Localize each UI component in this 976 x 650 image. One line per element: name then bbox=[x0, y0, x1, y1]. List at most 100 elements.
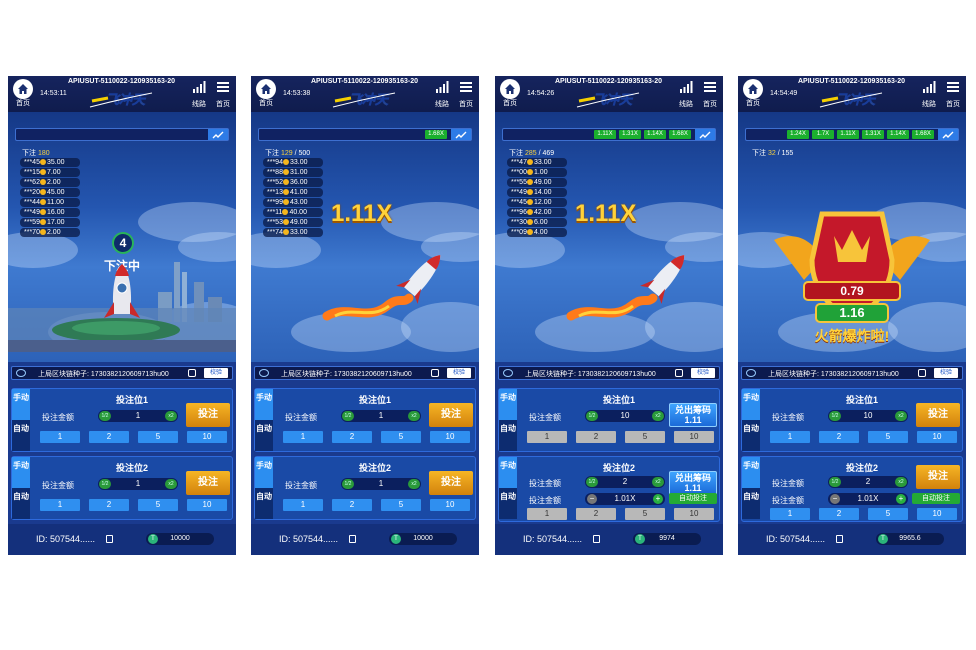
home-button[interactable]: 首页 bbox=[12, 79, 34, 109]
route-button[interactable]: 线路 bbox=[677, 80, 695, 109]
chip-5[interactable]: 5 bbox=[381, 431, 421, 443]
plus-button[interactable]: + bbox=[896, 494, 906, 504]
chip-10[interactable]: 10 bbox=[917, 431, 957, 443]
bet-button[interactable]: 投注 bbox=[916, 465, 960, 489]
chip-10[interactable]: 10 bbox=[430, 431, 470, 443]
copy-id-icon[interactable] bbox=[593, 535, 600, 543]
chip-5[interactable]: 5 bbox=[625, 508, 665, 520]
copy-icon[interactable] bbox=[188, 369, 196, 377]
bet-button[interactable]: 投注 bbox=[186, 403, 230, 427]
chip-1[interactable]: 1 bbox=[770, 508, 810, 520]
tab-auto[interactable]: 自动 bbox=[255, 420, 273, 451]
home-button[interactable]: 首页 bbox=[742, 79, 764, 109]
route-button[interactable]: 线路 bbox=[920, 80, 938, 109]
chip-2[interactable]: 2 bbox=[819, 508, 859, 520]
cashout-button[interactable]: 兑出筹码 1.11 bbox=[669, 471, 717, 495]
chip-2[interactable]: 2 bbox=[332, 431, 372, 443]
half-button[interactable]: 1/2 bbox=[829, 411, 841, 421]
tab-auto[interactable]: 自动 bbox=[12, 420, 30, 451]
chip-1[interactable]: 1 bbox=[283, 499, 323, 511]
route-button[interactable]: 线路 bbox=[433, 80, 451, 109]
tab-auto[interactable]: 自动 bbox=[255, 488, 273, 519]
tab-manual[interactable]: 手动 bbox=[499, 389, 517, 420]
tab-manual[interactable]: 手动 bbox=[12, 457, 30, 488]
amount-stepper[interactable]: 1/2 10 x2 bbox=[828, 410, 908, 422]
double-button[interactable]: x2 bbox=[408, 479, 420, 489]
half-button[interactable]: 1/2 bbox=[342, 411, 354, 421]
chip-1[interactable]: 1 bbox=[40, 499, 80, 511]
chip-5[interactable]: 5 bbox=[625, 431, 665, 443]
chip-5[interactable]: 5 bbox=[868, 431, 908, 443]
amount-stepper[interactable]: 1/2 1 x2 bbox=[98, 410, 178, 422]
tab-auto[interactable]: 自动 bbox=[12, 488, 30, 519]
half-button[interactable]: 1/2 bbox=[99, 479, 111, 489]
copy-icon[interactable] bbox=[918, 369, 926, 377]
menu-button[interactable]: 首页 bbox=[457, 80, 475, 109]
double-button[interactable]: x2 bbox=[165, 479, 177, 489]
chip-5[interactable]: 5 bbox=[138, 431, 178, 443]
chip-1[interactable]: 1 bbox=[770, 431, 810, 443]
chip-1[interactable]: 1 bbox=[283, 431, 323, 443]
amount-stepper[interactable]: 1/2 2 x2 bbox=[828, 476, 908, 488]
bet-button[interactable]: 投注 bbox=[186, 471, 230, 495]
home-button[interactable]: 首页 bbox=[255, 79, 277, 109]
auto-bet-button[interactable]: 自动投注 bbox=[669, 493, 717, 504]
chip-10[interactable]: 10 bbox=[187, 431, 227, 443]
copy-icon[interactable] bbox=[431, 369, 439, 377]
auto-multiplier-stepper[interactable]: − 1.01X + bbox=[828, 493, 908, 505]
copy-id-icon[interactable] bbox=[106, 535, 113, 543]
auto-bet-button[interactable]: 自动投注 bbox=[912, 493, 960, 504]
chip-5[interactable]: 5 bbox=[381, 499, 421, 511]
chip-10[interactable]: 10 bbox=[430, 499, 470, 511]
double-button[interactable]: x2 bbox=[652, 411, 664, 421]
tab-manual[interactable]: 手动 bbox=[12, 389, 30, 420]
tab-manual[interactable]: 手动 bbox=[255, 389, 273, 420]
minus-button[interactable]: − bbox=[830, 494, 840, 504]
amount-stepper[interactable]: 1/2 2 x2 bbox=[585, 476, 665, 488]
bet-button[interactable]: 投注 bbox=[429, 403, 473, 427]
half-button[interactable]: 1/2 bbox=[586, 411, 598, 421]
chip-1[interactable]: 1 bbox=[527, 431, 567, 443]
double-button[interactable]: x2 bbox=[652, 477, 664, 487]
chip-5[interactable]: 5 bbox=[138, 499, 178, 511]
trend-chart-button[interactable] bbox=[695, 129, 715, 140]
half-button[interactable]: 1/2 bbox=[586, 477, 598, 487]
menu-button[interactable]: 首页 bbox=[214, 80, 232, 109]
chip-2[interactable]: 2 bbox=[576, 508, 616, 520]
chip-1[interactable]: 1 bbox=[527, 508, 567, 520]
verify-button[interactable]: 校验 bbox=[691, 368, 715, 378]
bet-button[interactable]: 投注 bbox=[916, 403, 960, 427]
tab-auto[interactable]: 自动 bbox=[499, 420, 517, 451]
tab-manual[interactable]: 手动 bbox=[742, 457, 760, 488]
copy-id-icon[interactable] bbox=[349, 535, 356, 543]
trend-chart-button[interactable] bbox=[938, 129, 958, 140]
minus-button[interactable]: − bbox=[587, 494, 597, 504]
chip-2[interactable]: 2 bbox=[576, 431, 616, 443]
amount-stepper[interactable]: 1/2 1 x2 bbox=[341, 410, 421, 422]
tab-manual[interactable]: 手动 bbox=[499, 457, 517, 488]
tab-manual[interactable]: 手动 bbox=[255, 457, 273, 488]
half-button[interactable]: 1/2 bbox=[342, 479, 354, 489]
home-button[interactable]: 首页 bbox=[499, 79, 521, 109]
amount-stepper[interactable]: 1/2 1 x2 bbox=[98, 478, 178, 490]
copy-id-icon[interactable] bbox=[836, 535, 843, 543]
route-button[interactable]: 线路 bbox=[190, 80, 208, 109]
trend-chart-button[interactable] bbox=[208, 129, 228, 140]
chip-10[interactable]: 10 bbox=[187, 499, 227, 511]
half-button[interactable]: 1/2 bbox=[829, 477, 841, 487]
copy-icon[interactable] bbox=[675, 369, 683, 377]
chip-5[interactable]: 5 bbox=[868, 508, 908, 520]
chip-1[interactable]: 1 bbox=[40, 431, 80, 443]
chip-2[interactable]: 2 bbox=[332, 499, 372, 511]
menu-button[interactable]: 首页 bbox=[944, 80, 962, 109]
chip-10[interactable]: 10 bbox=[674, 508, 714, 520]
chip-2[interactable]: 2 bbox=[89, 431, 129, 443]
tab-auto[interactable]: 自动 bbox=[499, 488, 517, 519]
double-button[interactable]: x2 bbox=[895, 477, 907, 487]
menu-button[interactable]: 首页 bbox=[701, 80, 719, 109]
double-button[interactable]: x2 bbox=[408, 411, 420, 421]
double-button[interactable]: x2 bbox=[165, 411, 177, 421]
chip-2[interactable]: 2 bbox=[89, 499, 129, 511]
chip-2[interactable]: 2 bbox=[819, 431, 859, 443]
verify-button[interactable]: 校验 bbox=[934, 368, 958, 378]
